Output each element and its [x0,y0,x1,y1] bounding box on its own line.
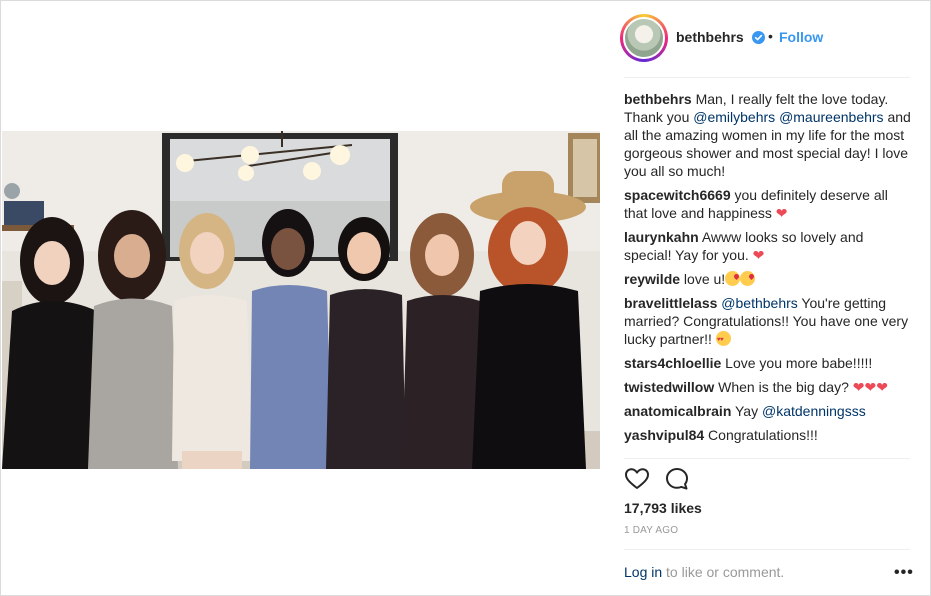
header-separator: • [768,28,773,44]
red-heart-emoji-icon: ❤ [876,379,888,395]
login-prompt-text: to like or comment. [662,564,785,580]
comment-username[interactable]: twistedwillow [624,379,714,395]
caption-username[interactable]: bethbehrs [624,91,692,107]
group-photo-image [2,131,600,469]
login-prompt: Log in to like or comment. [624,564,784,580]
heart-eyes-emoji-icon [715,331,731,349]
comment-mention[interactable]: @bethbehrs [721,295,797,311]
comment-item: spacewitch6669 you definitely deserve al… [624,186,914,222]
kiss-face-emoji-icon [725,271,741,286]
comment-item: stars4chloellie Love you more babe!!!!! [624,354,914,372]
heart-like-icon[interactable] [624,466,650,492]
likes-count[interactable]: 17,793 likes [624,500,702,516]
header-divider [624,77,910,78]
comment-text: love u! [680,271,726,287]
follow-button[interactable]: Follow [779,29,823,45]
comment-text: Congratulations!!! [704,427,818,443]
comment-username[interactable]: reywilde [624,271,680,287]
comment-item: yashvipul84 Congratulations!!! [624,426,914,444]
header-username[interactable]: bethbehrs [676,29,744,45]
comment-item: anatomicalbrain Yay @katdenningsss [624,402,914,420]
red-heart-emoji-icon: ❤ [775,205,788,221]
comment-username[interactable]: bravelittlelass [624,295,717,311]
red-heart-emoji-icon: ❤ [852,379,865,395]
post-photo[interactable] [2,131,600,469]
red-heart-emoji-icon: ❤ [752,247,765,263]
verified-badge-icon [752,31,765,44]
comment-text: Yay [731,403,762,419]
caption-mention[interactable]: @emilybehrs [693,109,775,125]
kiss-face-emoji-icon [740,271,756,286]
comment-item: reywilde love u! [624,270,914,288]
comment-text: When is the big day? [714,379,853,395]
login-link[interactable]: Log in [624,564,662,580]
comment-item: twistedwillow When is the big day? ❤❤❤ [624,378,914,396]
post-window: bethbehrs • Follow bethbehrs Man, I real… [0,0,931,596]
story-ring[interactable] [620,14,668,62]
comment-username[interactable]: spacewitch6669 [624,187,731,203]
comment-text: Love you more babe!!!!! [721,355,873,371]
actions-divider [624,458,910,459]
comment-username[interactable]: anatomicalbrain [624,403,731,419]
post-header: bethbehrs • Follow [600,1,931,77]
comment-username[interactable]: stars4chloellie [624,355,721,371]
more-options-icon[interactable]: ••• [894,564,914,582]
comment-mention[interactable]: @katdenningsss [762,403,866,419]
comment-username[interactable]: laurynkahn [624,229,699,245]
caption: bethbehrs Man, I really felt the love to… [624,90,914,180]
red-heart-emoji-icon: ❤ [864,379,877,395]
comment-bubble-icon[interactable] [664,466,690,492]
post-timestamp[interactable]: 1 DAY AGO [624,525,678,536]
caption-mention[interactable]: @maureenbehrs [779,109,884,125]
comment-item: bravelittlelass @bethbehrs You're gettin… [624,294,914,349]
avatar[interactable] [623,17,665,59]
comment-username[interactable]: yashvipul84 [624,427,704,443]
comment-item: laurynkahn Awww looks so lovely and spec… [624,228,914,264]
post-details-panel: bethbehrs • Follow bethbehrs Man, I real… [600,1,931,595]
comment-box-divider [624,549,910,550]
comments-list[interactable]: bethbehrs Man, I really felt the love to… [624,90,914,456]
